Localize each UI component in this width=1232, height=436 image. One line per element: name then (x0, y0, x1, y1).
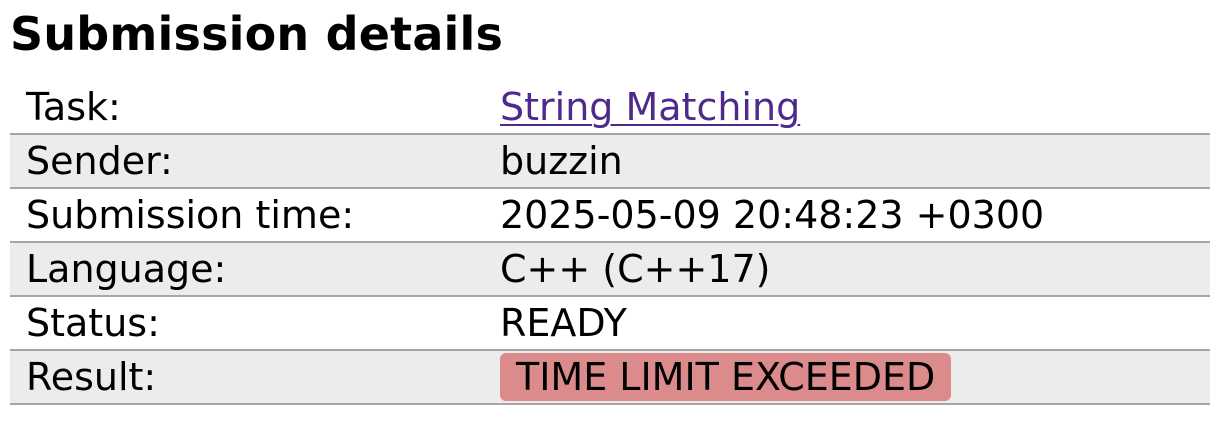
status-label: Status: (10, 296, 500, 351)
table-row-result: Result: TIME LIMIT EXCEEDED (10, 350, 1210, 405)
result-badge: TIME LIMIT EXCEEDED (500, 353, 952, 401)
table-row-task: Task: String Matching (10, 80, 1210, 135)
task-label: Task: (10, 80, 500, 135)
submission-details-table: Task: String Matching Sender: buzzin Sub… (10, 80, 1210, 405)
result-value: TIME LIMIT EXCEEDED (500, 350, 1210, 405)
sender-label: Sender: (10, 134, 500, 189)
submission-time-value: 2025-05-09 20:48:23 +0300 (500, 188, 1210, 243)
language-value: C++ (C++17) (500, 242, 1210, 297)
table-row-sender: Sender: buzzin (10, 134, 1210, 189)
result-label: Result: (10, 350, 500, 405)
table-row-language: Language: C++ (C++17) (10, 242, 1210, 297)
table-row-submission-time: Submission time: 2025-05-09 20:48:23 +03… (10, 188, 1210, 243)
language-label: Language: (10, 242, 500, 297)
page: Submission details Task: String Matching… (0, 0, 1232, 436)
task-link[interactable]: String Matching (500, 85, 800, 129)
submission-time-label: Submission time: (10, 188, 500, 243)
status-value: READY (500, 296, 1210, 351)
task-value: String Matching (500, 80, 1210, 135)
page-title: Submission details (10, 7, 504, 61)
sender-value: buzzin (500, 134, 1210, 189)
table-row-status: Status: READY (10, 296, 1210, 351)
